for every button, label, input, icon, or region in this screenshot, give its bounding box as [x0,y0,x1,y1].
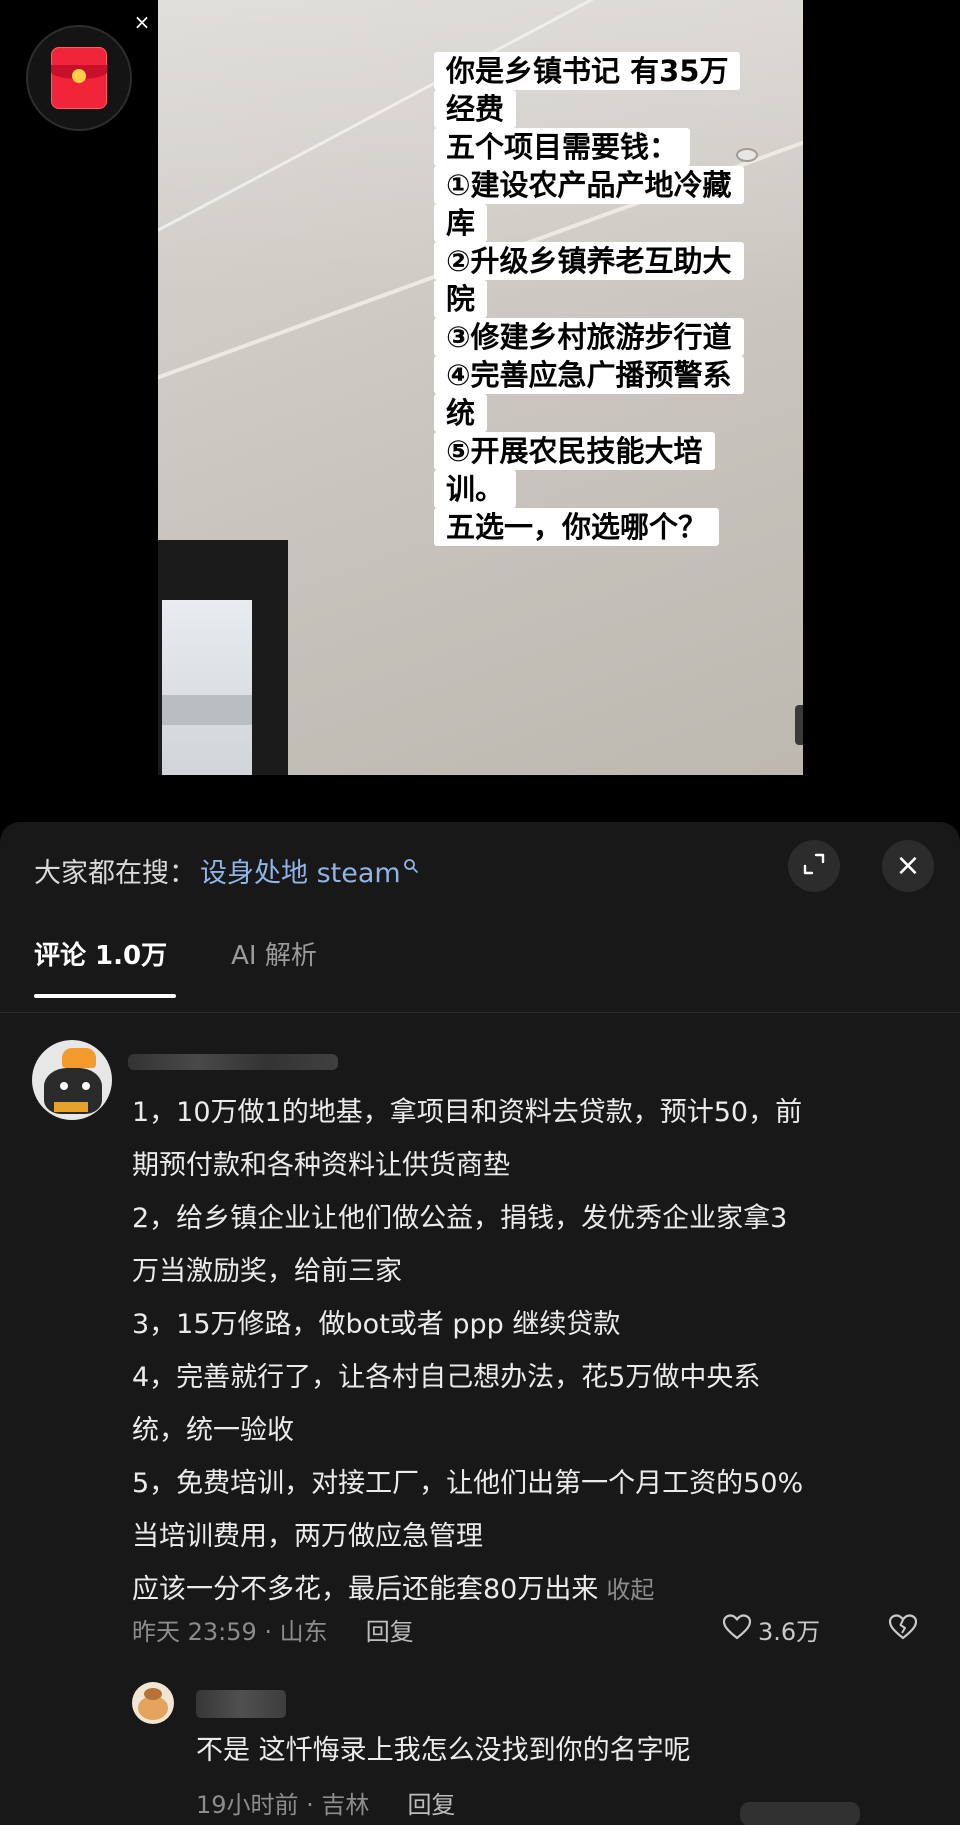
overlay-line: 库 [434,204,488,242]
expand-button[interactable] [788,840,840,892]
video-overlay-text: 你是乡镇书记 有35万 经费 五个项目需要钱： ①建设农产品产地冷藏 库 ②升级… [434,52,794,546]
avatar-eye [82,1082,90,1090]
window-glass [162,600,252,775]
overlay-line: ②升级乡镇养老互助大 [434,242,744,280]
comment-line: 当培训费用，两万做应急管理 [132,1521,483,1552]
overlay-line: 训。 [434,470,517,508]
comment-line: 5，免费培训，对接工厂，让他们出第一个月工资的50% [132,1468,804,1499]
reply-reply-button[interactable]: 回复 [407,1785,455,1820]
overlay-line: ⑤开展农民技能大培 [434,432,715,470]
overlay-line: ③修建乡村旅游步行道 [434,318,744,356]
like-button[interactable]: 3.6万 [722,1607,820,1651]
overlay-line: 经费 [434,90,517,128]
overlay-line: 五选一，你选哪个？ [434,508,720,546]
overlay-line: 你是乡镇书记 有35万 [434,52,741,90]
reply-text: 不是 这忏悔录上我怎么没找到你的名字呢 [196,1735,691,1766]
comment-line: 万当激励奖，给前三家 [132,1256,402,1287]
reply-button[interactable]: 回复 [366,1612,414,1647]
avatar-eye [60,1082,68,1090]
broken-heart-icon [888,1613,918,1645]
active-tab-indicator [34,994,176,998]
avatar-hat [62,1048,96,1068]
avatar-scarf [54,1102,88,1112]
blurred-region [740,1802,860,1825]
red-packet-icon [51,47,107,109]
dislike-button[interactable] [888,1607,918,1651]
overlay-line: ①建设农产品产地冷藏 [434,166,744,204]
comment-line: 应该一分不多花，最后还能套80万出来 [132,1574,599,1605]
video-frame[interactable]: 你是乡镇书记 有35万 经费 五个项目需要钱： ①建设农产品产地冷藏 库 ②升级… [158,0,803,775]
lamp-edge [795,705,803,745]
trending-search-term[interactable]: 设身处地 steam [200,854,401,894]
comment-meta: 昨天 23:59 · 山东 回复 3.6万 [132,1607,932,1651]
trending-search-prefix: 大家都在搜： [34,858,196,889]
comment-line: 4，完善就行了，让各村自己想办法，花5万做中央系 [132,1362,761,1393]
overlay-line: 统 [434,394,488,432]
overlay-line: ④完善应急广播预警系 [434,356,744,394]
red-packet-button[interactable] [26,25,132,131]
video-player[interactable]: 你是乡镇书记 有35万 经费 五个项目需要钱： ①建设农产品产地冷藏 库 ②升级… [0,0,960,820]
overlay-line: 院 [434,280,488,318]
close-button[interactable]: × [882,840,934,892]
expand-icon [801,851,827,881]
trending-search[interactable]: 大家都在搜： 设身处地 steam [34,854,419,897]
comment-tabs: 评论 1.0万 AI 解析 [34,936,381,996]
comment-line: 2，给乡镇企业让他们做公益，捐钱，发优秀企业家拿3 [132,1203,788,1234]
comment-line: 3，15万修路，做bot或者 ppp 继续贷款 [132,1309,621,1340]
avatar[interactable] [32,1040,112,1120]
username-blurred[interactable] [128,1054,338,1070]
reply-meta: 19小时前 · 吉林 回复 [196,1782,455,1822]
reply-avatar[interactable] [132,1682,174,1724]
comment-line: 统，统一验收 [132,1415,294,1446]
search-icon [403,849,419,889]
tab-comments[interactable]: 评论 1.0万 [34,936,167,996]
like-count: 3.6万 [758,1617,821,1646]
comment-panel: 大家都在搜： 设身处地 steam × 评论 1.0万 AI 解析 1，10万做… [0,822,960,1825]
collapse-link[interactable]: 收起 [606,1576,654,1604]
overlay-line: 五个项目需要钱： [434,128,691,166]
red-packet-close-icon[interactable]: × [132,12,152,32]
close-icon: × [895,848,921,883]
tab-ai-analysis[interactable]: AI 解析 [231,936,317,996]
heart-icon [722,1613,752,1645]
tabs-divider [0,1012,960,1013]
comment-text: 1，10万做1的地基，拿项目和资料去贷款，预计50，前 期预付款和各种资料让供货… [132,1086,932,1617]
comment-line: 期预付款和各种资料让供货商垫 [132,1150,510,1181]
reply-time-location: 19小时前 · 吉林 [196,1790,370,1819]
reply-username-blurred[interactable] [196,1690,286,1718]
comment-time-location: 昨天 23:59 · 山东 [132,1617,328,1646]
comment-line: 1，10万做1的地基，拿项目和资料去贷款，预计50，前 [132,1097,803,1128]
